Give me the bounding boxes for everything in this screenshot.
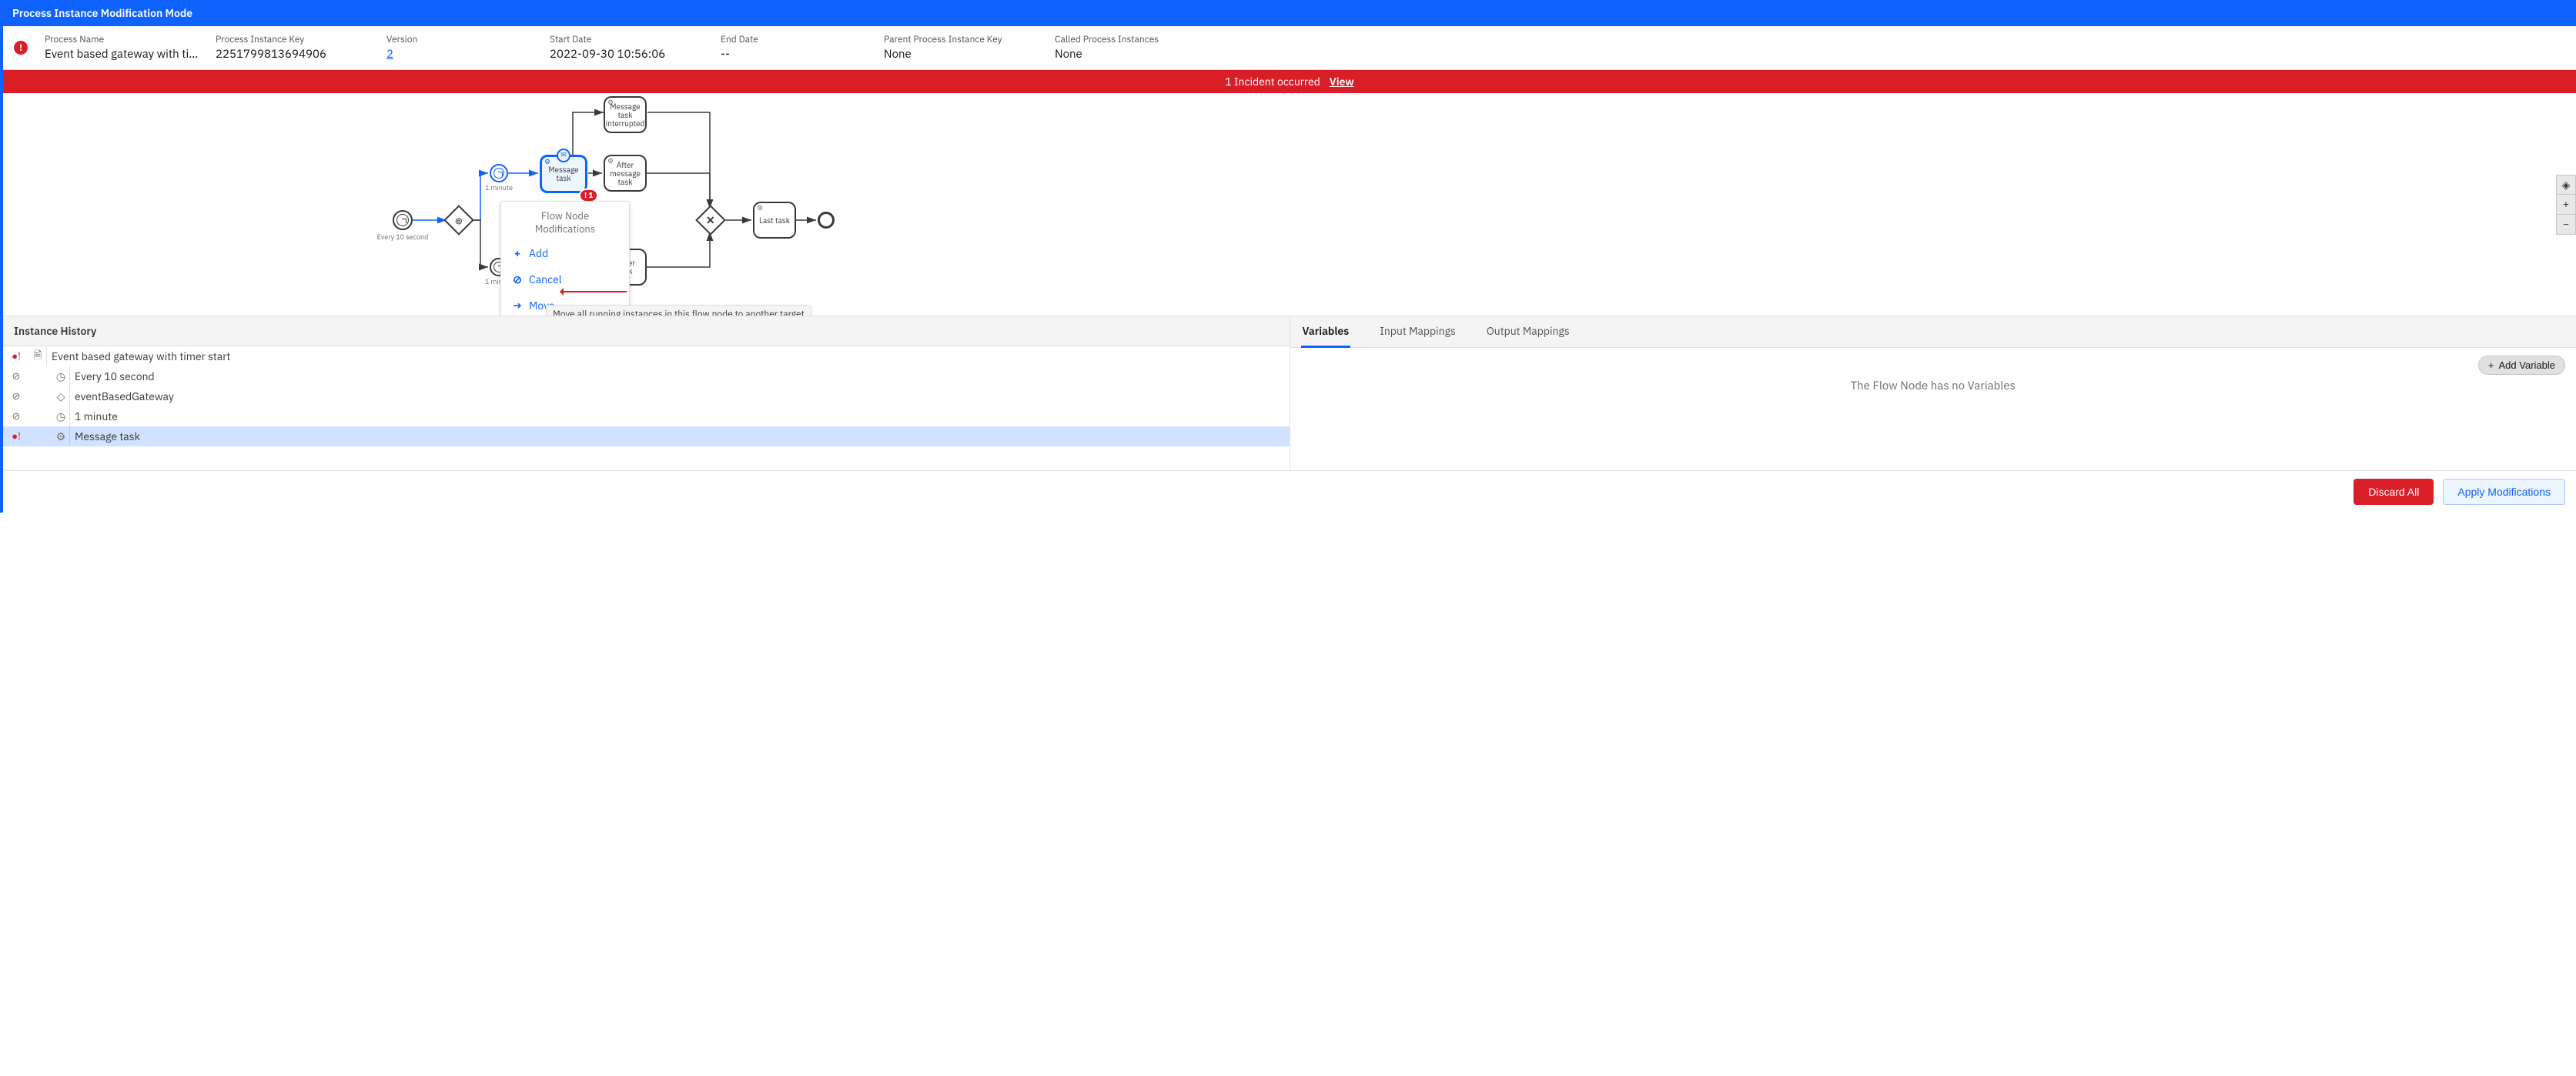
gear-icon: ⚙ [607, 158, 614, 165]
tab-variables[interactable]: Variables [1301, 324, 1351, 348]
check-icon: ⊘ [12, 369, 21, 383]
modification-mode-banner: Process Instance Modification Mode [3, 0, 2576, 26]
process-name-value: Event based gateway with timer... [45, 47, 199, 62]
task-after-msg-label: After message task [610, 161, 641, 186]
process-name-label: Process Name [45, 34, 199, 45]
doc-icon: 🗎 [29, 347, 46, 366]
history-row-label: Event based gateway with timer start [46, 346, 1290, 366]
incident-icon: ●! [12, 429, 21, 443]
timer-icon: ◷ [52, 369, 69, 383]
version-label: Version [386, 34, 533, 45]
gear-icon: ⚙ [52, 429, 69, 443]
task-last[interactable]: ⚙ Last task [753, 202, 796, 239]
check-icon: ⊘ [12, 389, 21, 403]
incident-text: 1 Incident occurred [1225, 75, 1320, 89]
instance-key-label: Process Instance Key [216, 34, 370, 45]
history-row-label: 1 minute [69, 406, 1290, 426]
instance-meta-row: ! Process Name Event based gateway with … [3, 26, 2576, 70]
history-row-label: eventBasedGateway [69, 386, 1290, 406]
history-row[interactable]: ●! 🗎Event based gateway with timer start [3, 346, 1290, 366]
arrow-right-icon: → [512, 299, 523, 312]
instance-history-panel: Instance History ●! 🗎Event based gateway … [3, 316, 1290, 470]
zoom-out-button[interactable]: − [2556, 215, 2576, 235]
timer-icon: ◷ [52, 409, 69, 423]
cancel-icon: ⊘ [512, 272, 523, 286]
timer-event-1[interactable] [490, 164, 508, 182]
popover-add[interactable]: +Add [501, 240, 629, 266]
task-message-label: Message task [547, 165, 580, 182]
gear-icon: ⚙ [757, 205, 763, 212]
modification-footer: Discard All Apply Modifications [3, 470, 2576, 513]
bpmn-diagram[interactable]: Every 10 second ◎ 1 minute 1 minute ⚙ Me… [3, 93, 2576, 316]
start-date-value: 2022-09-30 10:56:06 [550, 47, 704, 62]
incident-view-link[interactable]: View [1330, 75, 1354, 89]
called-instances-label: Called Process Instances [1055, 34, 1209, 45]
parent-key-label: Parent Process Instance Key [884, 34, 1038, 45]
task-message-interrupted[interactable]: ⚙ Message task interrupted [604, 96, 647, 133]
history-row-label: Message task [69, 426, 1290, 446]
history-row[interactable]: ⊘ ◇eventBasedGateway [3, 386, 1290, 406]
version-link[interactable]: 2 [386, 47, 533, 62]
task-after-message[interactable]: ⚙ After message task [604, 155, 647, 192]
start-timer-label: Every 10 second [376, 233, 430, 242]
zoom-controls: ◈ + − [2556, 175, 2576, 235]
incident-icon: ! [14, 41, 28, 55]
history-row[interactable]: ⊘ ◷1 minute [3, 406, 1290, 426]
incident-icon: ●! [12, 349, 21, 363]
called-instances-value: None [1055, 47, 1209, 62]
gateway-icon: ◇ [52, 389, 69, 403]
start-timer-event[interactable] [393, 210, 413, 230]
parent-key-value: None [884, 47, 1038, 62]
move-tooltip: Move all running instances in this flow … [546, 305, 811, 316]
plus-icon: + [2488, 359, 2494, 371]
incident-banner: 1 Incident occurred View [3, 70, 2576, 93]
instance-history-title: Instance History [3, 316, 1290, 346]
task-message[interactable]: ⚙ Message task [540, 155, 587, 193]
add-variable-button[interactable]: +Add Variable [2478, 356, 2565, 375]
tab-output-mappings[interactable]: Output Mappings [1485, 324, 1571, 347]
task-last-label: Last task [759, 216, 790, 225]
apply-modifications-button[interactable]: Apply Modifications [2443, 479, 2565, 505]
variables-empty-text: The Flow Node has no Variables [1301, 379, 2566, 393]
end-date-value: -- [721, 47, 867, 62]
plus-icon: + [512, 246, 523, 260]
gear-icon: ⚙ [544, 159, 550, 166]
gear-icon: ⚙ [607, 99, 614, 107]
flow-node-popover: Flow Node Modifications +Add ⊘Cancel →Mo… [500, 201, 630, 316]
popover-title: Flow Node Modifications [501, 202, 629, 240]
instance-key-value: 2251799813694906 [216, 47, 370, 62]
end-event[interactable] [818, 212, 835, 229]
timer-1-label: 1 minute [479, 184, 519, 192]
discard-all-button[interactable]: Discard All [2354, 479, 2434, 505]
tab-input-mappings[interactable]: Input Mappings [1378, 324, 1457, 347]
start-date-label: Start Date [550, 34, 704, 45]
check-icon: ⊘ [12, 409, 21, 423]
popover-cancel[interactable]: ⊘Cancel [501, 266, 629, 292]
history-row[interactable]: ⊘ ◷Every 10 second [3, 366, 1290, 386]
history-row-label: Every 10 second [69, 366, 1290, 386]
variables-panel: Variables Input Mappings Output Mappings +… [1290, 316, 2576, 470]
message-icon [557, 149, 570, 162]
locate-button[interactable]: ◈ [2556, 175, 2576, 195]
end-date-label: End Date [721, 34, 867, 45]
zoom-in-button[interactable]: + [2556, 195, 2576, 215]
history-row[interactable]: ●! ⚙Message task [3, 426, 1290, 446]
move-pointer-arrow [562, 291, 627, 292]
